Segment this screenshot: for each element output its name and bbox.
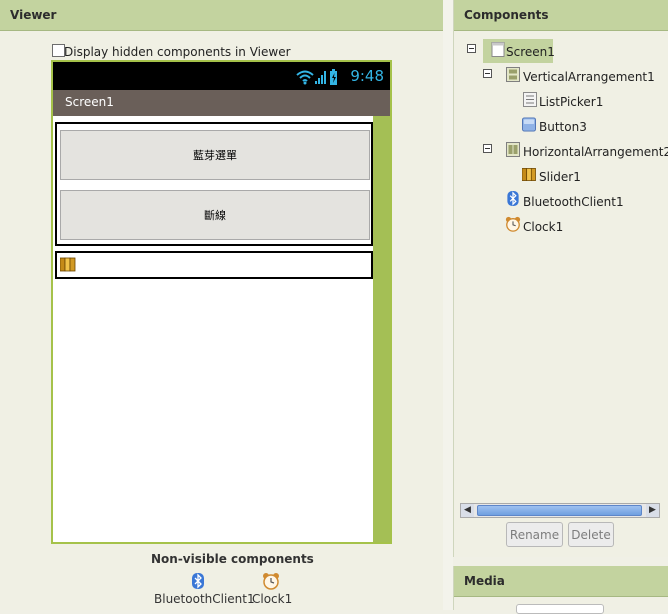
media-panel: Media [453,566,668,614]
viewer-header: Viewer [0,0,443,31]
panel-separator [443,0,453,610]
screen-scrollbar[interactable] [373,116,390,542]
disconnect-button[interactable]: 斷線 [60,190,370,240]
tree-item-screen1[interactable]: Screen1 [506,45,555,59]
slider-icon [522,168,536,181]
components-header: Components [454,0,668,31]
button-icon [522,117,536,132]
status-time: 9:48 [350,67,384,85]
screen-icon [491,42,505,57]
tree-item-slider1[interactable]: Slider1 [539,170,581,184]
scroll-right-icon[interactable]: ▶ [646,504,659,517]
vertical-arrangement-icon [506,67,520,82]
display-hidden-label[interactable]: Display hidden components in Viewer [64,45,291,59]
bluetooth-icon [507,191,519,206]
rename-button[interactable]: Rename [506,522,563,547]
tree-item-clock1[interactable]: Clock1 [523,220,563,234]
phone-preview: 9:48 Screen1 藍芽選單 斷線 [51,60,392,544]
nonvisible-components-title: Non-visible components [151,552,314,566]
screen-title: Screen1 [65,95,114,109]
clock-icon [505,216,521,232]
viewer-panel: Viewer Display hidden components in View… [0,0,443,610]
delete-button[interactable]: Delete [568,522,614,547]
viewer-title: Viewer [10,8,57,22]
scroll-thumb[interactable] [477,505,642,516]
vertical-arrangement-preview[interactable]: 藍芽選單 斷線 [55,122,373,246]
battery-icon [330,69,337,85]
slider-icon[interactable] [60,257,76,272]
collapse-toggle-horizontalarrangement2[interactable] [483,144,492,153]
screen-title-bar: Screen1 [53,90,390,116]
upload-file-button[interactable] [516,604,604,614]
horizontal-arrangement-preview[interactable] [55,251,373,279]
signal-icon [315,71,326,84]
status-icons [296,69,337,85]
phone-status-bar: 9:48 [53,62,390,90]
tree-item-horizontalarrangement2[interactable]: HorizontalArrangement2 [523,145,668,159]
tree-item-verticalarrangement1[interactable]: VerticalArrangement1 [523,70,655,84]
horizontal-arrangement-icon [506,142,520,157]
collapse-toggle-verticalarrangement1[interactable] [483,69,492,78]
bluetooth-menu-button[interactable]: 藍芽選單 [60,130,370,180]
tree-item-listpicker1[interactable]: ListPicker1 [539,95,603,109]
wifi-icon [296,70,314,85]
scroll-left-icon[interactable]: ◀ [461,504,474,517]
bluetooth-icon [192,573,204,589]
tree-item-bluetoothclient1[interactable]: BluetoothClient1 [523,195,624,209]
clock-icon [263,573,279,590]
nonvisible-clock-label: Clock1 [252,592,293,606]
list-picker-icon [523,92,537,107]
components-hscrollbar[interactable]: ◀ ▶ [460,503,660,518]
tree-item-button3[interactable]: Button3 [539,120,587,134]
media-header: Media [454,566,668,597]
media-title: Media [464,574,505,588]
components-panel: Components Screen1 VerticalArrangement1 … [453,0,668,557]
components-title: Components [464,8,549,22]
nonvisible-bluetooth-label: BluetoothClient1 [154,592,255,606]
collapse-toggle-screen1[interactable] [467,44,476,53]
